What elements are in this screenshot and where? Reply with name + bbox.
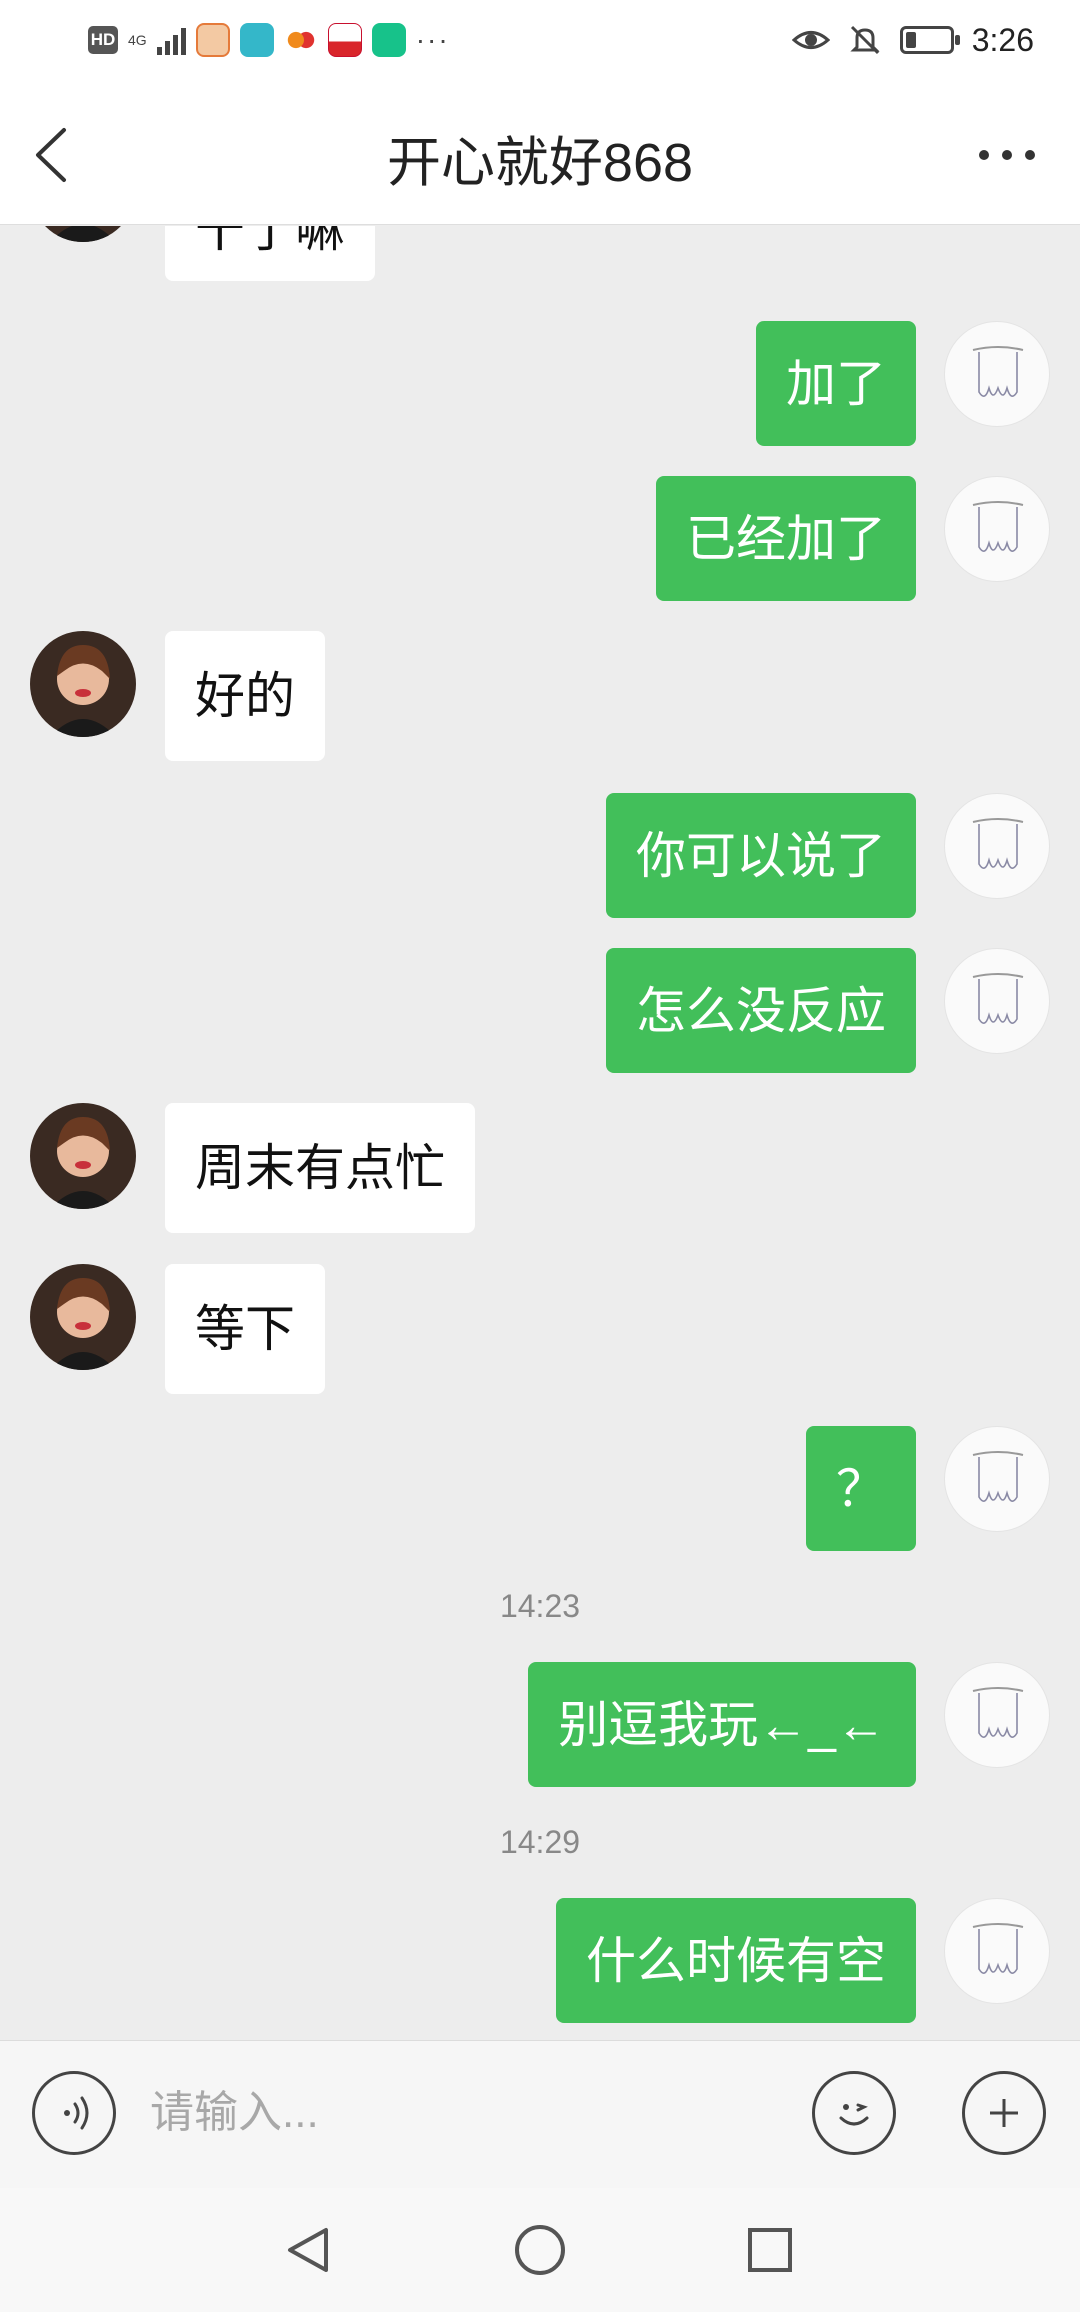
triangle-back-icon [288,2228,328,2272]
message-row: 怎么没反应 [0,948,1080,1073]
outgoing-message-bubble[interactable]: 已经加了 [656,476,916,601]
message-text: 已经加了 [686,510,886,567]
chat-title: 开心就好868 [386,133,694,193]
message-input[interactable] [150,2071,780,2155]
photo-app-icon [195,23,230,57]
contact-avatar[interactable] [30,1103,136,1209]
my-avatar[interactable] [944,321,1050,427]
outgoing-message-bubble[interactable]: 怎么没反应 [606,948,916,1073]
incoming-message-bubble[interactable]: 周末有点忙 [165,1103,475,1233]
my-avatar[interactable] [944,948,1050,1054]
message-row: 周末有点忙 [0,1103,1080,1233]
outgoing-message-bubble[interactable]: 别逗我玩←_← [528,1662,916,1787]
message-text: ？ [836,1460,886,1517]
contact-avatar[interactable] [30,631,136,737]
outgoing-message-bubble[interactable]: ？ [806,1426,916,1551]
boss-app-icon [239,23,274,57]
plus-icon [990,2099,1018,2127]
eye-icon [791,31,830,49]
flower-app-icon [283,23,318,57]
message-text: 别逗我玩←_← [558,1696,886,1753]
outgoing-message-bubble[interactable]: 什么时候有空 [556,1898,916,2023]
nav-back-button[interactable] [268,2210,348,2290]
incoming-message-bubble[interactable]: 干了嘛 [165,226,375,281]
my-avatar[interactable] [944,1662,1050,1768]
incoming-message-bubble[interactable]: 好的 [165,631,325,761]
my-avatar[interactable] [944,1898,1050,2004]
status-bar: HD 4G ··· 3:26 [0,0,1080,80]
more-dots-icon [979,150,1035,160]
nav-recents-button[interactable] [730,2210,810,2290]
system-nav-bar [0,2188,1080,2312]
more-button[interactable] [972,130,1042,180]
more-notifications-icon: ··· [415,24,450,55]
my-avatar[interactable] [944,1426,1050,1532]
message-row: ？ [0,1426,1080,1551]
timestamp: 14:29 [499,1824,581,1860]
message-row: 你可以说了 [0,793,1080,918]
message-row: 什么时候有空 [0,1898,1080,2023]
message-text: 干了嘛 [195,226,345,257]
circle-home-icon [515,2225,565,2275]
message-row: 加了 [0,321,1080,446]
message-list[interactable]: 干了嘛 加了 已经加了 好的 你可以说了 怎么没反应 周末有点忙 等下 ？ 14… [0,226,1080,2039]
status-left: HD 4G ··· [88,20,450,60]
timestamp: 14:23 [499,1588,581,1624]
emoji-icon [839,2103,869,2126]
message-row: 好的 [0,631,1080,761]
message-text: 加了 [786,355,886,412]
voice-button[interactable] [32,2071,116,2155]
hd-badge: HD [88,26,118,54]
my-avatar[interactable] [944,793,1050,899]
chat-header: 开心就好868 [0,80,1080,225]
my-avatar[interactable] [944,476,1050,582]
message-text: 周末有点忙 [195,1140,445,1196]
message-row: 等下 [0,1264,1080,1394]
contact-avatar[interactable] [30,1264,136,1370]
square-recents-icon [748,2228,792,2272]
message-row: 别逗我玩←_← [0,1662,1080,1787]
message-text: 怎么没反应 [636,982,886,1039]
message-text: 好的 [195,668,295,724]
network-type: 4G [128,32,147,48]
sports-app-icon [327,23,362,57]
outgoing-message-bubble[interactable]: 加了 [756,321,916,446]
contact-avatar[interactable] [30,226,136,242]
signal-icon [156,25,186,55]
emoji-button[interactable] [812,2071,896,2155]
incoming-message-bubble[interactable]: 等下 [165,1264,325,1394]
outgoing-message-bubble[interactable]: 你可以说了 [606,793,916,918]
nav-home-button[interactable] [500,2210,580,2290]
status-right: 3:26 [791,18,1034,62]
message-text: 等下 [195,1301,295,1357]
message-row: 已经加了 [0,476,1080,601]
message-text: 什么时候有空 [586,1932,886,1989]
green-app-icon [371,23,406,57]
status-time: 3:26 [971,21,1034,58]
voice-icon [64,2096,89,2130]
mute-bell-icon [850,25,880,55]
message-text: 你可以说了 [636,827,886,884]
input-bar [0,2040,1080,2188]
message-row: 干了嘛 [0,226,1080,291]
battery-icon [899,26,960,54]
more-actions-button[interactable] [962,2071,1046,2155]
